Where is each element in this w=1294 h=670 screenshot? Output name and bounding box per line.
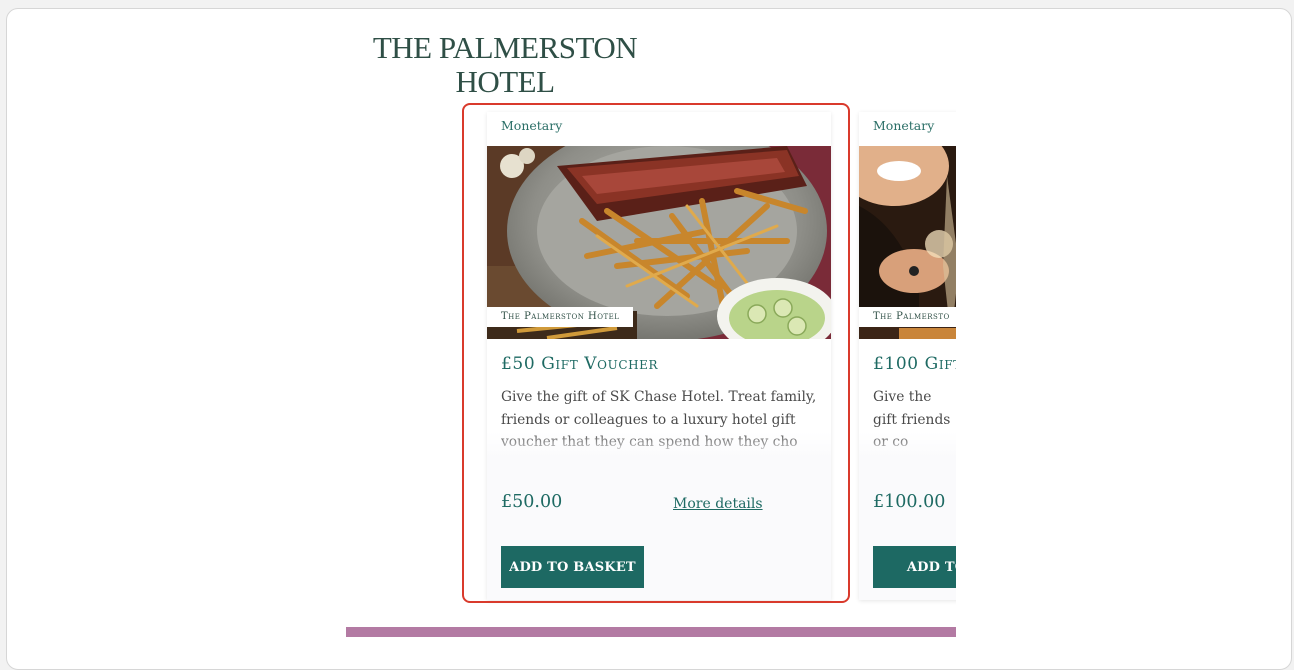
voucher-title[interactable]: £50 Gift Voucher	[501, 354, 658, 374]
voucher-price: £100.00	[873, 492, 946, 512]
voucher-card-100[interactable]: Monetary The Palmersto £100 Gift Give th…	[859, 112, 956, 600]
add-to-basket-button[interactable]: ADD TO B	[873, 546, 956, 588]
voucher-image-steak-fries[interactable]: The Palmerston Hotel	[487, 146, 831, 339]
voucher-description: Give the gift of SK Chase Hotel. Treat f…	[501, 389, 817, 450]
voucher-category: Monetary	[873, 118, 935, 133]
image-badge: The Palmersto	[859, 307, 956, 327]
voucher-title[interactable]: £100 Gift	[873, 354, 956, 374]
voucher-image-champagne[interactable]: The Palmersto	[859, 146, 956, 339]
image-badge: The Palmerston Hotel	[487, 307, 634, 327]
more-details-link[interactable]: More details	[673, 496, 763, 512]
voucher-price: £50.00	[501, 492, 563, 512]
page-footer-bar	[346, 627, 956, 637]
add-to-basket-button[interactable]: ADD TO BASKET	[501, 546, 644, 588]
voucher-carousel: Monetary The Palmerston Hotel £50 Gift V…	[0, 0, 956, 643]
voucher-category: Monetary	[501, 118, 563, 133]
voucher-card-50[interactable]: Monetary The Palmerston Hotel £50 Gift V…	[487, 112, 831, 600]
voucher-description: Give the gift friends or co voucher that	[873, 389, 951, 450]
